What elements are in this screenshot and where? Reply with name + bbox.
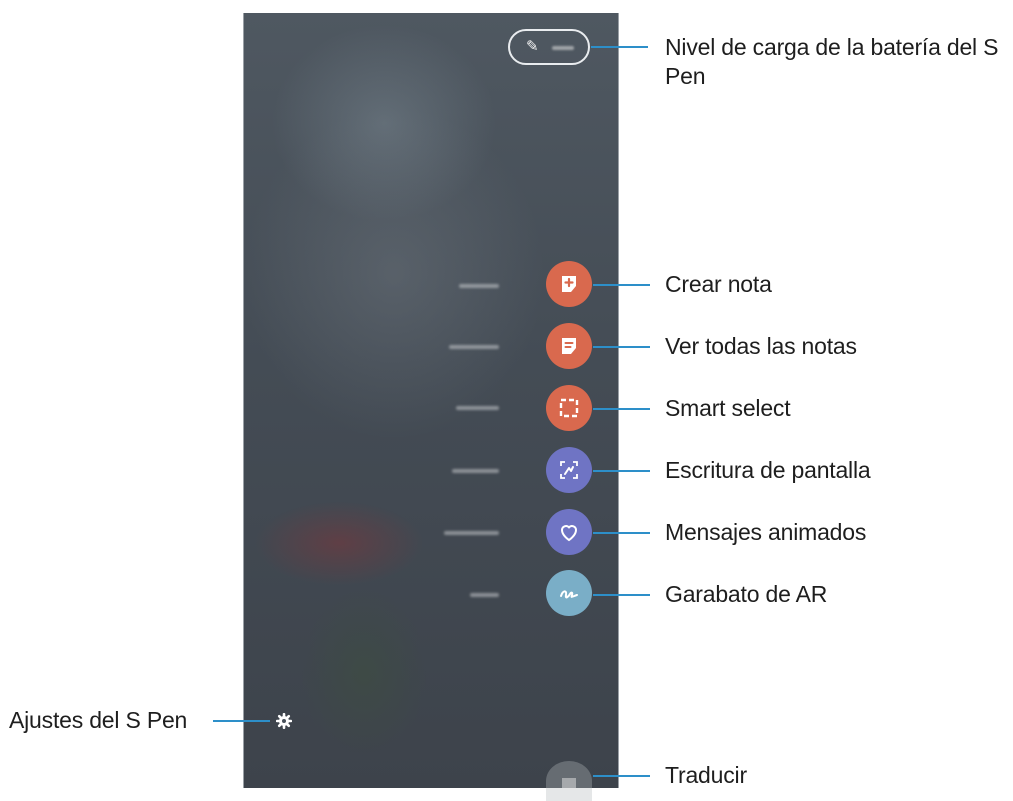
screen-write-button[interactable] bbox=[546, 447, 592, 493]
translate-callout: Traducir bbox=[665, 762, 747, 788]
create-note-callout-line bbox=[593, 284, 650, 286]
live-messages-callout-line bbox=[593, 532, 650, 534]
ar-doodle-button[interactable] bbox=[546, 570, 592, 616]
create-note-callout: Crear nota bbox=[665, 271, 772, 297]
battery-callout-line bbox=[591, 46, 648, 48]
battery-level-text bbox=[552, 46, 574, 50]
translate-icon bbox=[562, 778, 576, 790]
battery-callout: Nivel de carga de la batería del S Pen bbox=[665, 34, 999, 89]
notes-list-icon bbox=[562, 338, 576, 354]
create-note-label bbox=[459, 284, 499, 288]
screen-write-label bbox=[452, 469, 499, 473]
note-plus-icon bbox=[562, 276, 576, 292]
create-note-button[interactable] bbox=[546, 261, 592, 307]
screen-write-callout-line bbox=[593, 470, 650, 472]
smart-select-label bbox=[456, 406, 499, 410]
view-all-notes-callout: Ver todas las notas bbox=[665, 333, 857, 359]
live-messages-button[interactable] bbox=[546, 509, 592, 555]
smart-select-callout-line bbox=[593, 408, 650, 410]
live-messages-callout: Mensajes animados bbox=[665, 519, 867, 545]
dashed-select-icon bbox=[559, 398, 579, 418]
spen-battery-indicator: ✎ bbox=[508, 29, 590, 65]
smart-select-callout: Smart select bbox=[665, 395, 791, 421]
heart-icon bbox=[560, 525, 578, 542]
doodle-icon bbox=[560, 590, 578, 599]
screen-write-icon bbox=[560, 461, 578, 479]
screen-write-callout: Escritura de pantalla bbox=[665, 457, 871, 483]
settings-callout: Ajustes del S Pen bbox=[9, 707, 188, 733]
phone-screen: ✎ bbox=[243, 13, 619, 801]
ar-doodle-label bbox=[470, 593, 499, 597]
translate-callout-line bbox=[593, 775, 650, 777]
smart-select-button[interactable] bbox=[546, 385, 592, 431]
live-messages-label bbox=[444, 531, 499, 535]
gear-icon[interactable] bbox=[276, 713, 292, 729]
pen-icon: ✎ bbox=[526, 38, 539, 55]
view-all-notes-label bbox=[449, 345, 499, 349]
translate-button[interactable] bbox=[546, 761, 592, 801]
ar-doodle-callout-line bbox=[593, 594, 650, 596]
settings-callout-line bbox=[213, 720, 270, 722]
view-all-notes-button[interactable] bbox=[546, 323, 592, 369]
ar-doodle-callout: Garabato de AR bbox=[665, 581, 828, 607]
view-notes-callout-line bbox=[593, 346, 650, 348]
